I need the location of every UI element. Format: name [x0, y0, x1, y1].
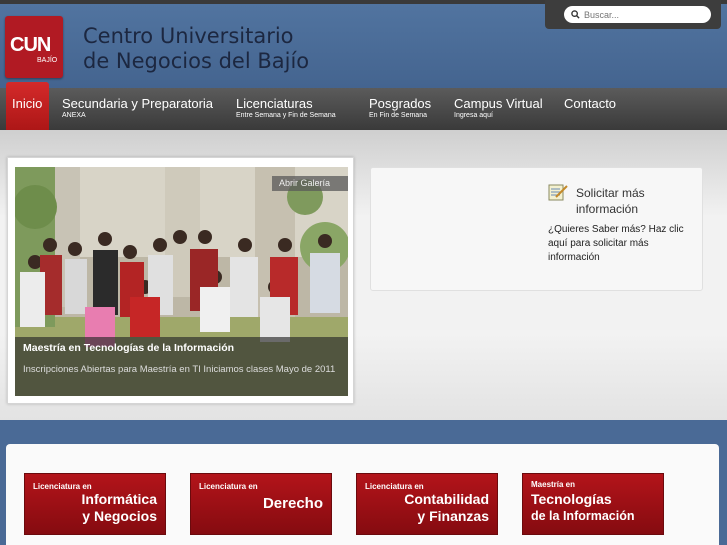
- program-type: Licenciatura en: [365, 482, 424, 491]
- logo-text: CUN: [10, 34, 51, 56]
- nav-label: Contacto: [564, 96, 617, 111]
- image-slider: Abrir Galería Maestría en Tecnologías de…: [7, 157, 354, 404]
- nav-item-campus-virtual[interactable]: Campus Virtual Ingresa aquí: [454, 88, 543, 130]
- nav-label: Posgrados: [369, 96, 432, 111]
- program-name-line1: Informática: [81, 491, 157, 507]
- caption-title[interactable]: Maestría en Tecnologías de la Informació…: [23, 342, 340, 354]
- nav-item-licenciaturas[interactable]: Licenciaturas Entre Semana y Fin de Sema…: [236, 88, 336, 130]
- info-title[interactable]: Solicitar más información: [576, 185, 696, 217]
- nav-item-secundaria[interactable]: Secundaria y Preparatoria ANEXA: [62, 88, 213, 130]
- site-title[interactable]: Centro Universitario de Negocios del Baj…: [83, 24, 309, 74]
- notepad-icon: [548, 184, 568, 201]
- program-type: Licenciatura en: [199, 482, 258, 491]
- program-name-line2: y Finanzas: [417, 508, 489, 524]
- caption-text: Inscripciones Abiertas para Maestría en …: [23, 364, 336, 375]
- program-name-line2: de la Información: [531, 509, 635, 523]
- slider-photo[interactable]: Abrir Galería Maestría en Tecnologías de…: [15, 167, 348, 396]
- open-gallery-button[interactable]: Abrir Galería: [272, 176, 348, 191]
- nav-label: Secundaria y Preparatoria: [62, 96, 214, 111]
- program-banner-derecho[interactable]: Licenciatura en Derecho: [190, 473, 332, 535]
- search-icon[interactable]: [571, 10, 580, 19]
- nav-item-posgrados[interactable]: Posgrados En Fin de Semana: [369, 88, 431, 130]
- nav-sublabel: Entre Semana y Fin de Semana: [236, 112, 336, 119]
- nav-item-contacto[interactable]: Contacto: [564, 88, 616, 130]
- program-type: Maestría en: [531, 480, 576, 489]
- program-banner-tecnologias[interactable]: Maestría en Tecnologías de la Informació…: [522, 473, 664, 535]
- main-nav: Secundaria y Preparatoria ANEXA Licencia…: [0, 88, 727, 130]
- logo-subtext: BAJÍO: [37, 57, 58, 64]
- nav-sublabel: En Fin de Semana: [369, 112, 427, 119]
- program-banner-contabilidad[interactable]: Licenciatura en Contabilidad y Finanzas: [356, 473, 498, 535]
- nav-sublabel: ANEXA: [62, 112, 86, 119]
- program-type: Licenciatura en: [33, 482, 92, 491]
- info-request-box: Solicitar más información ¿Quieres Saber…: [370, 167, 703, 291]
- program-name-line1: Contabilidad: [404, 491, 489, 507]
- site-logo[interactable]: CUN BAJÍO: [5, 16, 63, 78]
- program-banner-informatica[interactable]: Licenciatura en Informática y Negocios: [24, 473, 166, 535]
- nav-label: Campus Virtual: [454, 96, 543, 111]
- site-title-line2: de Negocios del Bajío: [83, 49, 310, 73]
- nav-item-inicio[interactable]: Inicio: [6, 82, 49, 136]
- nav-sublabel: Ingresa aquí: [454, 112, 493, 119]
- program-name-line2: y Negocios: [82, 508, 157, 524]
- info-text[interactable]: ¿Quieres Saber más? Haz clic aquí para s…: [548, 223, 693, 265]
- nav-label: Licenciaturas: [236, 96, 313, 111]
- site-title-line1: Centro Universitario: [83, 24, 294, 48]
- program-name-line1: Tecnologías: [531, 491, 612, 507]
- program-name-line1: Derecho: [262, 495, 323, 512]
- search-input[interactable]: [564, 6, 711, 23]
- slider-caption: Maestría en Tecnologías de la Informació…: [15, 337, 348, 396]
- search-area: [545, 0, 721, 29]
